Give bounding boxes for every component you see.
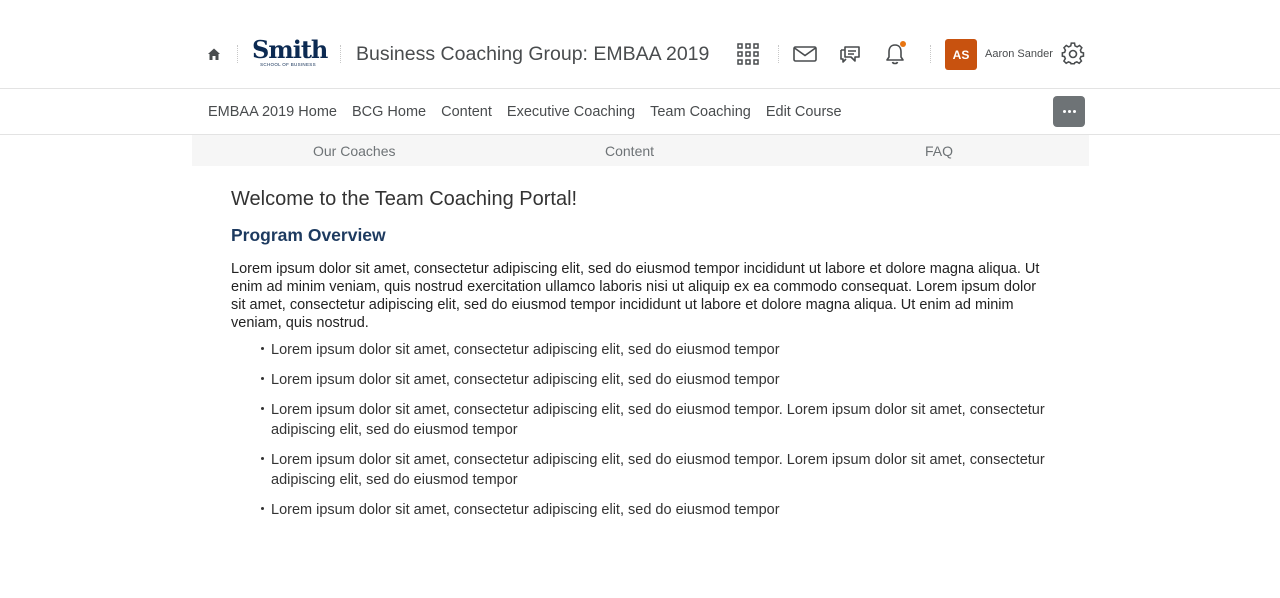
course-title[interactable]: Business Coaching Group: EMBAA 2019 — [356, 43, 709, 66]
nav-item-team-coaching[interactable]: Team Coaching — [650, 104, 751, 120]
tab-content[interactable]: Content — [605, 143, 654, 159]
nav-item-bcg-home[interactable]: BCG Home — [352, 104, 426, 120]
avatar[interactable]: AS — [945, 39, 977, 70]
sub-tabs: Our Coaches Content FAQ — [192, 135, 1089, 166]
section-heading: Program Overview — [231, 225, 386, 245]
list-item: Lorem ipsum dolor sit amet, consectetur … — [261, 370, 1051, 390]
list-item: Lorem ipsum dolor sit amet, consectetur … — [261, 400, 1051, 440]
ellipsis-icon — [1062, 110, 1066, 113]
nav-item-content[interactable]: Content — [441, 104, 492, 120]
divider — [778, 45, 779, 63]
course-navbar: EMBAA 2019 Home BCG Home Content Executi… — [0, 89, 1280, 135]
nav-item-edit-course[interactable]: Edit Course — [766, 104, 842, 120]
divider — [930, 45, 931, 63]
user-name[interactable]: Aaron Sander — [985, 48, 1053, 60]
tab-our-coaches[interactable]: Our Coaches — [313, 143, 395, 159]
tab-faq[interactable]: FAQ — [925, 143, 953, 159]
overview-paragraph: Lorem ipsum dolor sit amet, consectetur … — [231, 261, 1040, 331]
home-icon[interactable] — [205, 45, 223, 63]
grid-icon[interactable] — [736, 42, 760, 66]
divider — [237, 45, 238, 63]
bell-icon[interactable] — [883, 41, 907, 66]
list-item: Lorem ipsum dolor sit amet, consectetur … — [261, 340, 1051, 360]
mail-icon[interactable] — [793, 42, 817, 66]
nav-item-embaa-home[interactable]: EMBAA 2019 Home — [208, 104, 337, 120]
nav-items: EMBAA 2019 Home BCG Home Content Executi… — [208, 104, 857, 120]
list-item: Lorem ipsum dolor sit amet, consectetur … — [261, 500, 1051, 520]
logo-wordmark: Smith — [252, 35, 328, 64]
logo-subtext: SCHOOL OF BUSINESS — [260, 62, 316, 67]
list-item: Lorem ipsum dolor sit amet, consectetur … — [261, 450, 1051, 490]
chat-icon[interactable] — [838, 42, 862, 66]
main-content: Welcome to the Team Coaching Portal! Pro… — [231, 188, 1051, 530]
top-header: Smith SCHOOL OF BUSINESS Business Coachi… — [0, 0, 1280, 89]
more-options-button[interactable] — [1053, 96, 1085, 127]
school-logo[interactable]: Smith SCHOOL OF BUSINESS — [252, 35, 328, 70]
notification-dot — [900, 41, 906, 47]
nav-item-executive-coaching[interactable]: Executive Coaching — [507, 104, 635, 120]
gear-icon[interactable] — [1061, 42, 1085, 66]
divider — [340, 45, 341, 63]
bullet-list: Lorem ipsum dolor sit amet, consectetur … — [231, 340, 1051, 520]
page-title: Welcome to the Team Coaching Portal! — [231, 188, 578, 210]
